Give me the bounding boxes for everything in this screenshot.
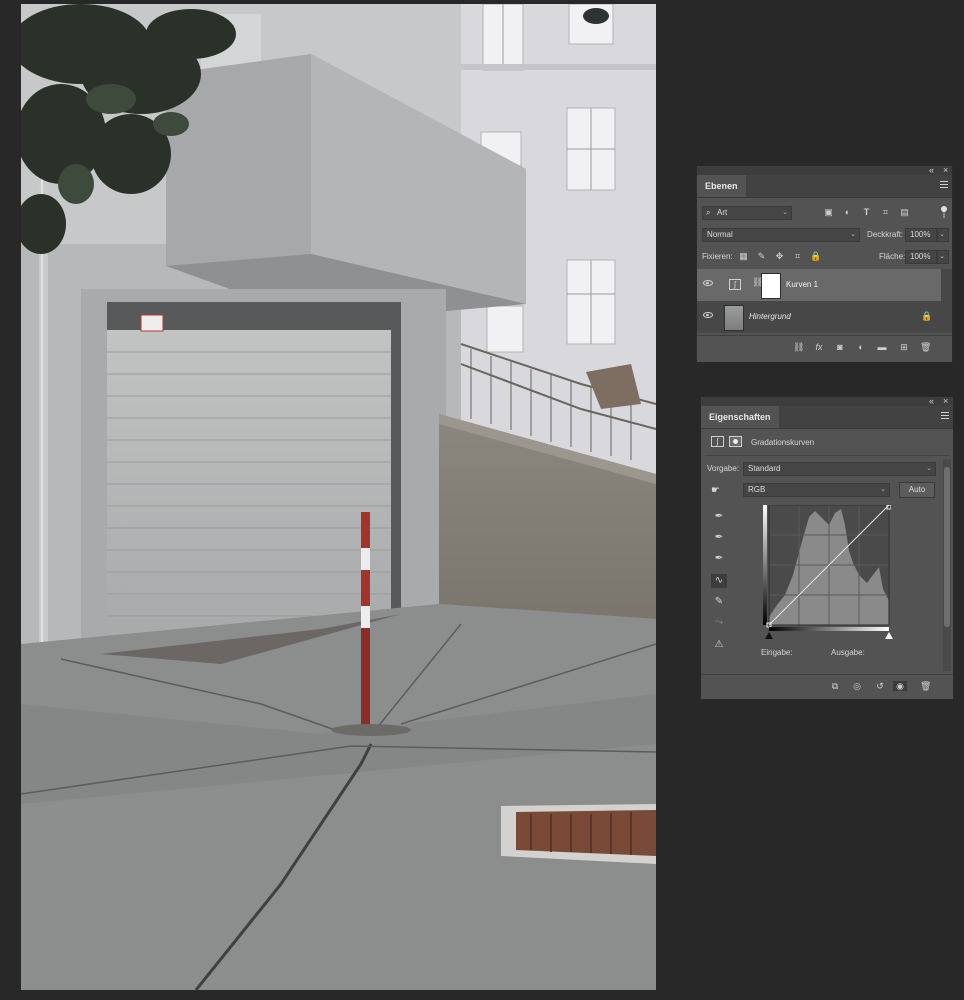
- layer-row-background[interactable]: Hintergrund 🔒: [697, 301, 941, 333]
- chevron-down-icon: ⌄: [782, 209, 788, 216]
- opacity-dropdown-button[interactable]: ⌄: [937, 228, 949, 242]
- channel-select[interactable]: RGB ⌄: [743, 483, 890, 497]
- lock-position-icon[interactable]: ✥: [775, 252, 784, 261]
- auto-button[interactable]: Auto: [899, 482, 935, 498]
- chevron-down-icon: ⌄: [939, 253, 945, 260]
- on-image-adjust-icon[interactable]: ☛: [711, 485, 720, 496]
- view-previous-state-icon[interactable]: ◎: [852, 681, 862, 691]
- layers-panel: « × Ebenen ⌕ Art ⌄ ▣ ◐ T ⌗ ▤ Normal ⌄ De…: [696, 165, 953, 363]
- filter-adjustment-icon[interactable]: ◐: [843, 208, 852, 217]
- chevron-down-icon: ⌄: [939, 231, 945, 238]
- collapse-icon[interactable]: «: [929, 165, 934, 175]
- new-group-folder-icon[interactable]: ▬: [877, 342, 887, 352]
- properties-tab-bar: Eigenschaften: [701, 406, 953, 429]
- gray-point-eyedropper-icon[interactable]: ✒: [711, 531, 727, 545]
- panel-top-bar: « ×: [701, 396, 953, 406]
- layer-row-curves[interactable]: ∫ ⛓ Kurven 1: [697, 269, 941, 301]
- chevron-down-icon: ⌄: [926, 465, 932, 472]
- properties-scrollbar[interactable]: [943, 459, 951, 671]
- mask-icon[interactable]: [729, 436, 742, 447]
- trash-icon[interactable]: 🗑: [920, 342, 931, 352]
- close-icon[interactable]: ×: [943, 396, 948, 406]
- filter-pixel-icon[interactable]: ▣: [824, 208, 833, 217]
- preset-value: Standard: [748, 464, 781, 473]
- search-icon: ⌕: [706, 208, 711, 217]
- new-layer-icon[interactable]: ⊞: [899, 342, 909, 352]
- toggle-visibility-eye-icon[interactable]: ◉: [893, 681, 907, 691]
- opacity-value: 100%: [910, 230, 931, 239]
- preset-select[interactable]: Standard ⌄: [743, 462, 936, 476]
- tab-layers[interactable]: Ebenen: [697, 175, 746, 197]
- fill-dropdown-button[interactable]: ⌄: [937, 250, 949, 264]
- blend-mode-select[interactable]: Normal ⌄: [702, 228, 860, 242]
- clip-to-layer-icon[interactable]: ⧉: [830, 681, 840, 691]
- layers-tab-bar: Ebenen: [697, 175, 952, 198]
- layer-name: Kurven 1: [786, 280, 819, 289]
- trash-icon[interactable]: 🗑: [920, 681, 931, 691]
- panel-menu-icon[interactable]: [940, 181, 948, 190]
- black-slider-handle[interactable]: [765, 632, 773, 639]
- layer-thumbnail: [724, 305, 744, 331]
- channel-value: RGB: [748, 485, 766, 494]
- filter-toggle-switch[interactable]: [941, 206, 947, 218]
- input-label: Eingabe:: [761, 648, 793, 657]
- lock-transparent-pixels-icon[interactable]: ▦: [739, 252, 748, 261]
- lock-label: Fixieren:: [702, 252, 733, 261]
- tab-properties[interactable]: Eigenschaften: [701, 406, 779, 428]
- blend-mode-value: Normal: [707, 230, 733, 239]
- add-mask-icon[interactable]: ◙: [835, 342, 845, 352]
- reset-icon[interactable]: ↺: [875, 681, 885, 691]
- black-point-eyedropper-icon[interactable]: ✒: [711, 510, 727, 524]
- lock-image-pixels-icon[interactable]: ✎: [757, 252, 766, 261]
- layer-mask-thumbnail[interactable]: [761, 273, 781, 299]
- smooth-curve-icon[interactable]: ⤳: [711, 616, 727, 630]
- lock-artboard-icon[interactable]: ⌗: [793, 252, 802, 261]
- clipping-warning-icon[interactable]: ⚠: [711, 638, 727, 652]
- close-icon[interactable]: ×: [943, 165, 948, 175]
- lock-icon: 🔒: [921, 311, 933, 321]
- curve-edit-points-icon[interactable]: ∿: [711, 574, 727, 588]
- layers-panel-footer: ⛓ fx ◙ ◐ ▬ ⊞ 🗑: [697, 335, 952, 362]
- filter-smart-object-icon[interactable]: ▤: [900, 208, 909, 217]
- collapse-icon[interactable]: «: [929, 396, 934, 406]
- filter-type-icon[interactable]: T: [862, 208, 871, 217]
- white-point-eyedropper-icon[interactable]: ✒: [711, 552, 727, 566]
- curves-adjustment-icon[interactable]: ∫: [711, 436, 724, 447]
- curves-graph[interactable]: [763, 504, 892, 632]
- divider: [705, 455, 949, 456]
- curves-adjustment-icon: ∫: [729, 279, 741, 290]
- chevron-down-icon: ⌄: [850, 231, 856, 238]
- fill-input[interactable]: 100%: [905, 250, 937, 264]
- lock-all-icon[interactable]: 🔒: [810, 252, 821, 261]
- panel-menu-icon[interactable]: [941, 412, 949, 421]
- new-adjustment-layer-icon[interactable]: ◐: [856, 342, 866, 352]
- layer-name: Hintergrund: [749, 312, 791, 321]
- chevron-down-icon: ⌄: [880, 486, 886, 493]
- properties-panel: « × Eigenschaften ∫ Gradationskurven Vor…: [700, 396, 954, 700]
- opacity-label: Deckkraft:: [867, 230, 904, 239]
- opacity-input[interactable]: 100%: [905, 228, 937, 242]
- document-canvas[interactable]: [21, 4, 656, 990]
- filter-shape-icon[interactable]: ⌗: [881, 208, 890, 217]
- draw-pencil-icon[interactable]: ✎: [711, 595, 727, 609]
- photo-image: [21, 4, 656, 990]
- preset-label: Vorgabe:: [707, 464, 740, 473]
- filter-kind-value: Art: [717, 208, 728, 217]
- visibility-eye-icon[interactable]: [703, 280, 713, 286]
- auto-button-label: Auto: [908, 485, 926, 494]
- fill-label: Fläche:: [879, 252, 906, 261]
- properties-panel-footer: ⧉ ◎ ↺ ◉ 🗑: [701, 674, 953, 699]
- layers-list: ∫ ⛓ Kurven 1 Hintergrund 🔒: [697, 269, 952, 333]
- visibility-eye-icon[interactable]: [703, 312, 713, 318]
- link-layers-icon[interactable]: ⛓: [793, 342, 804, 352]
- layer-style-fx-icon[interactable]: fx: [814, 342, 824, 352]
- filter-kind-select[interactable]: ⌕ Art ⌄: [702, 206, 792, 220]
- white-slider-handle[interactable]: [885, 632, 893, 639]
- panel-top-bar: « ×: [697, 165, 952, 175]
- fill-value: 100%: [910, 252, 931, 261]
- output-label: Ausgabe:: [831, 648, 865, 657]
- properties-header: Gradationskurven: [751, 438, 815, 447]
